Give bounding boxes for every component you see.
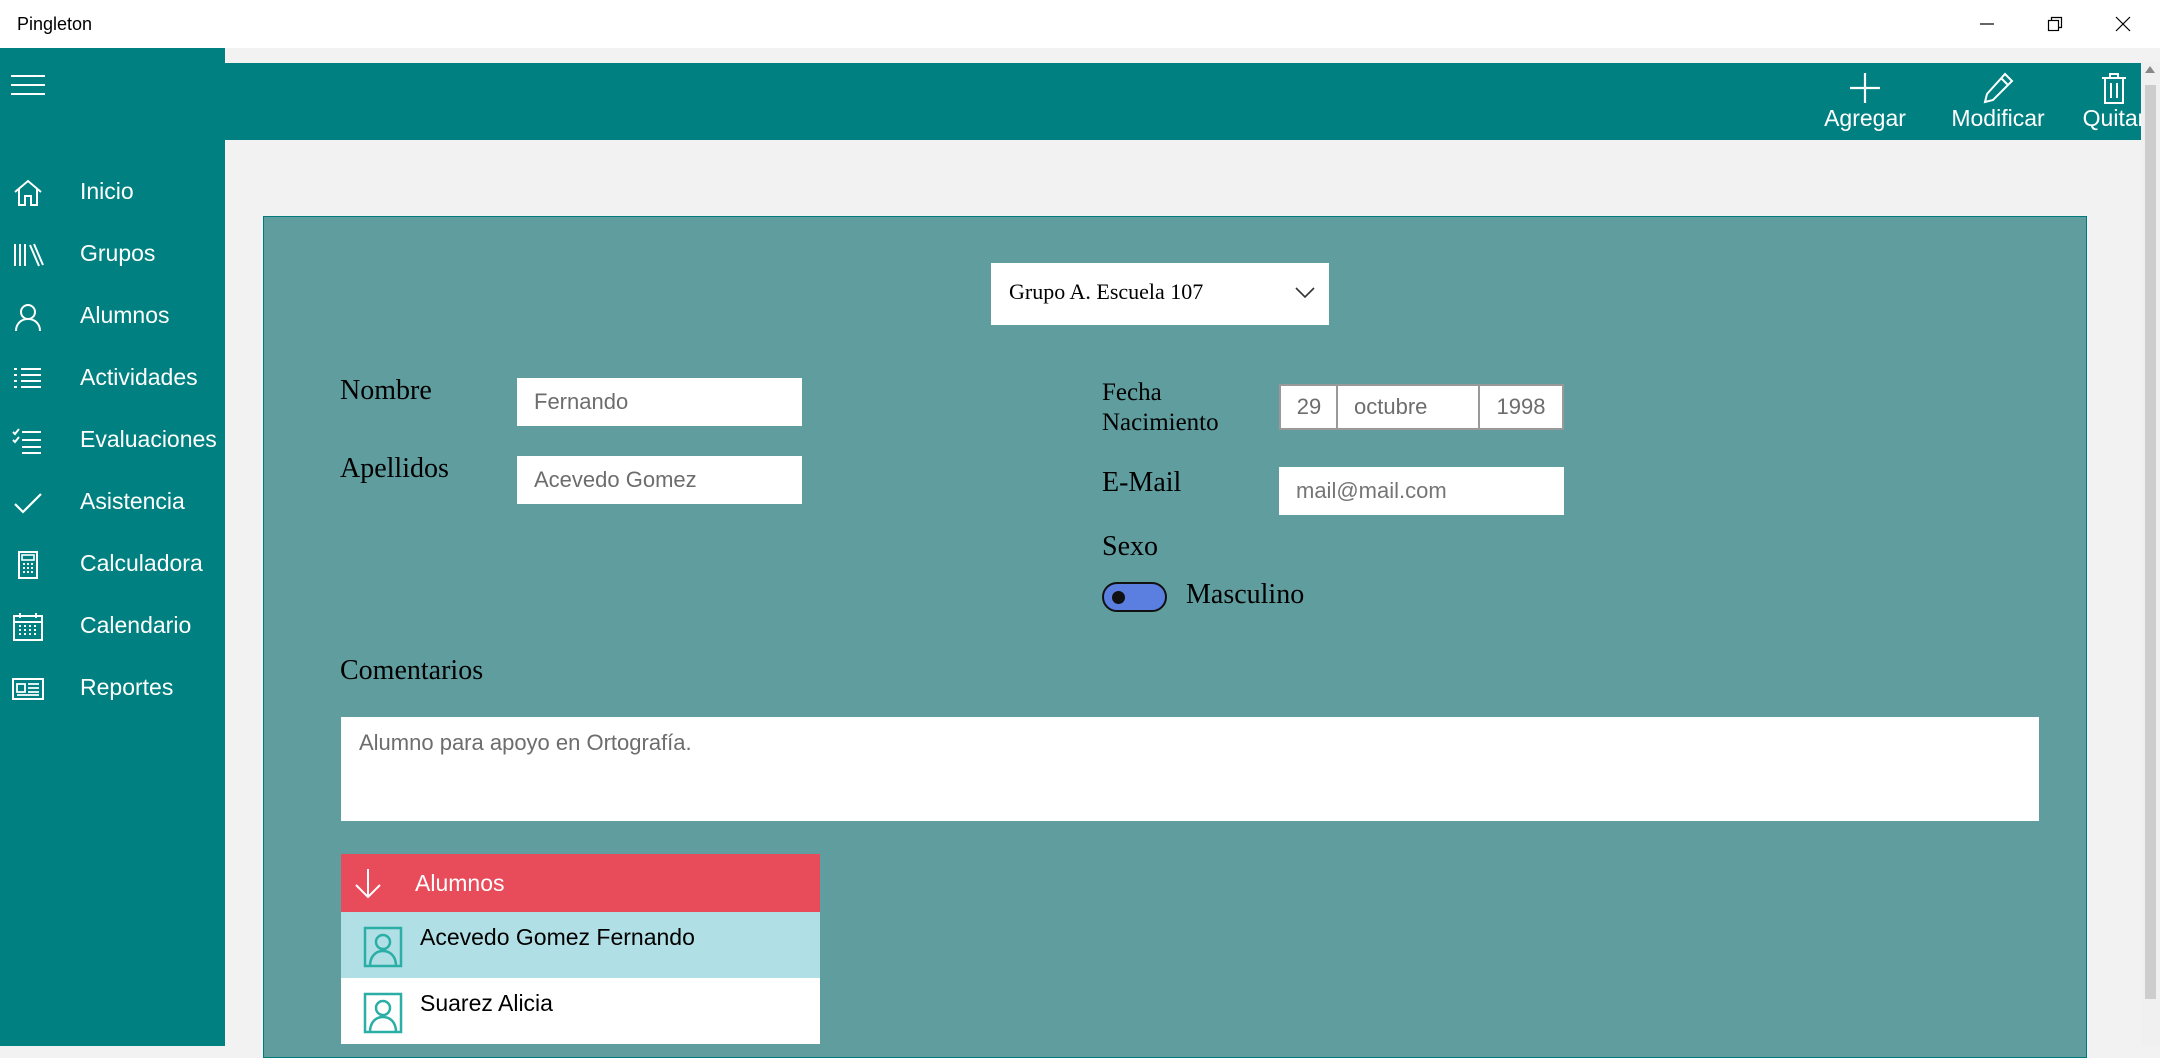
sidebar-item-label: Calculadora <box>80 550 203 576</box>
email-label: E-Mail <box>1102 467 1182 498</box>
date-picker[interactable]: 29 octubre 1998 <box>1279 384 1564 430</box>
nombre-label: Nombre <box>340 375 432 406</box>
report-icon <box>12 678 44 700</box>
apellidos-value: Acevedo Gomez <box>534 467 697 492</box>
fecha-nacimiento-label: Fecha Nacimiento <box>1102 378 1219 438</box>
contact-icon <box>363 926 403 968</box>
add-button-label: Agregar <box>1824 105 1906 131</box>
group-dropdown[interactable]: Grupo A. Escuela 107 <box>991 263 1329 325</box>
nombre-value: Fernando <box>534 389 629 414</box>
sexo-value: Masculino <box>1186 579 1305 610</box>
sidebar-item-evaluaciones[interactable]: Evaluaciones <box>0 410 225 472</box>
library-icon <box>14 243 44 267</box>
students-list-header[interactable]: Alumnos <box>341 854 820 912</box>
contact-icon <box>363 992 403 1034</box>
plus-icon <box>1850 73 1880 103</box>
sidebar-item-asistencia[interactable]: Asistencia <box>0 472 225 534</box>
sidebar-item-inicio[interactable]: Inicio <box>0 162 225 224</box>
minimize-button[interactable] <box>1953 0 2021 48</box>
sidebar-item-label: Alumnos <box>80 302 170 328</box>
sidebar-item-label: Grupos <box>80 240 156 266</box>
students-list-title: Alumnos <box>415 870 505 896</box>
trash-icon <box>2102 73 2126 104</box>
sidebar-item-label: Actividades <box>80 364 198 390</box>
email-field[interactable] <box>1279 467 1564 515</box>
toggle-knob <box>1112 591 1125 604</box>
sexo-toggle[interactable] <box>1102 582 1167 612</box>
arrow-down-icon <box>355 869 381 899</box>
sidebar-item-label: Inicio <box>80 178 134 204</box>
sidebar-item-reportes[interactable]: Reportes <box>0 658 225 720</box>
sexo-label: Sexo <box>1102 531 1158 562</box>
student-name: Suarez Alicia <box>420 990 553 1016</box>
calculator-icon <box>18 551 38 579</box>
scroll-up-arrow-icon[interactable] <box>2145 66 2155 73</box>
sidebar: Inicio Grupos Alumnos Actividades Evalua… <box>0 48 225 1046</box>
sidebar-item-label: Evaluaciones <box>80 426 217 452</box>
checklist-icon <box>12 428 41 454</box>
restore-icon <box>2047 16 2063 32</box>
checkmark-icon <box>14 493 42 514</box>
app-title: Pingleton <box>17 14 93 34</box>
sidebar-item-actividades[interactable]: Actividades <box>0 348 225 410</box>
restore-button[interactable] <box>2021 0 2089 48</box>
command-bar: Agregar Modificar Quitar <box>225 63 2145 140</box>
chevron-down-icon <box>1295 287 1315 299</box>
sidebar-item-label: Calendario <box>80 612 192 638</box>
person-icon <box>15 304 41 332</box>
calendar-icon <box>13 613 43 641</box>
comentarios-label: Comentarios <box>340 655 484 686</box>
vertical-scrollbar[interactable] <box>2141 63 2160 1046</box>
student-form-panel: Grupo A. Escuela 107 Nombre Fernando Ape… <box>263 216 2087 1058</box>
sidebar-item-grupos[interactable]: Grupos <box>0 224 225 286</box>
add-button[interactable]: Agregar <box>1809 63 1921 140</box>
group-dropdown-value: Grupo A. Escuela 107 <box>1009 279 1204 304</box>
date-month[interactable]: octubre <box>1336 384 1481 430</box>
minimize-icon <box>1980 23 1994 25</box>
list-icon <box>14 368 41 388</box>
sidebar-item-alumnos[interactable]: Alumnos <box>0 286 225 348</box>
edit-button[interactable]: Modificar <box>1925 63 2071 140</box>
nombre-field[interactable]: Fernando <box>517 378 802 426</box>
title-bar: Pingleton <box>0 0 2160 48</box>
close-icon <box>2115 16 2131 32</box>
apellidos-label: Apellidos <box>340 453 449 484</box>
sidebar-item-label: Reportes <box>80 674 174 700</box>
home-icon <box>14 179 42 206</box>
close-button[interactable] <box>2089 0 2157 48</box>
scroll-thumb[interactable] <box>2145 85 2156 999</box>
pencil-icon <box>1983 72 2014 104</box>
apellidos-field[interactable]: Acevedo Gomez <box>517 456 802 504</box>
sidebar-item-calendario[interactable]: Calendario <box>0 596 225 658</box>
student-name: Acevedo Gomez Fernando <box>420 924 695 950</box>
date-year[interactable]: 1998 <box>1478 384 1564 430</box>
hamburger-icon[interactable] <box>11 75 45 97</box>
list-item[interactable]: Acevedo Gomez Fernando <box>341 912 820 978</box>
sidebar-item-label: Asistencia <box>80 488 185 514</box>
list-item[interactable]: Suarez Alicia <box>341 978 820 1044</box>
edit-button-label: Modificar <box>1951 105 2045 131</box>
comentarios-field[interactable]: Alumno para apoyo en Ortografía. <box>341 717 2039 821</box>
comentarios-value: Alumno para apoyo en Ortografía. <box>359 730 692 755</box>
fecha-label-line2: Nacimiento <box>1102 409 1219 436</box>
fecha-label-line1: Fecha <box>1102 379 1162 406</box>
sidebar-item-calculadora[interactable]: Calculadora <box>0 534 225 596</box>
date-day[interactable]: 29 <box>1279 384 1339 430</box>
